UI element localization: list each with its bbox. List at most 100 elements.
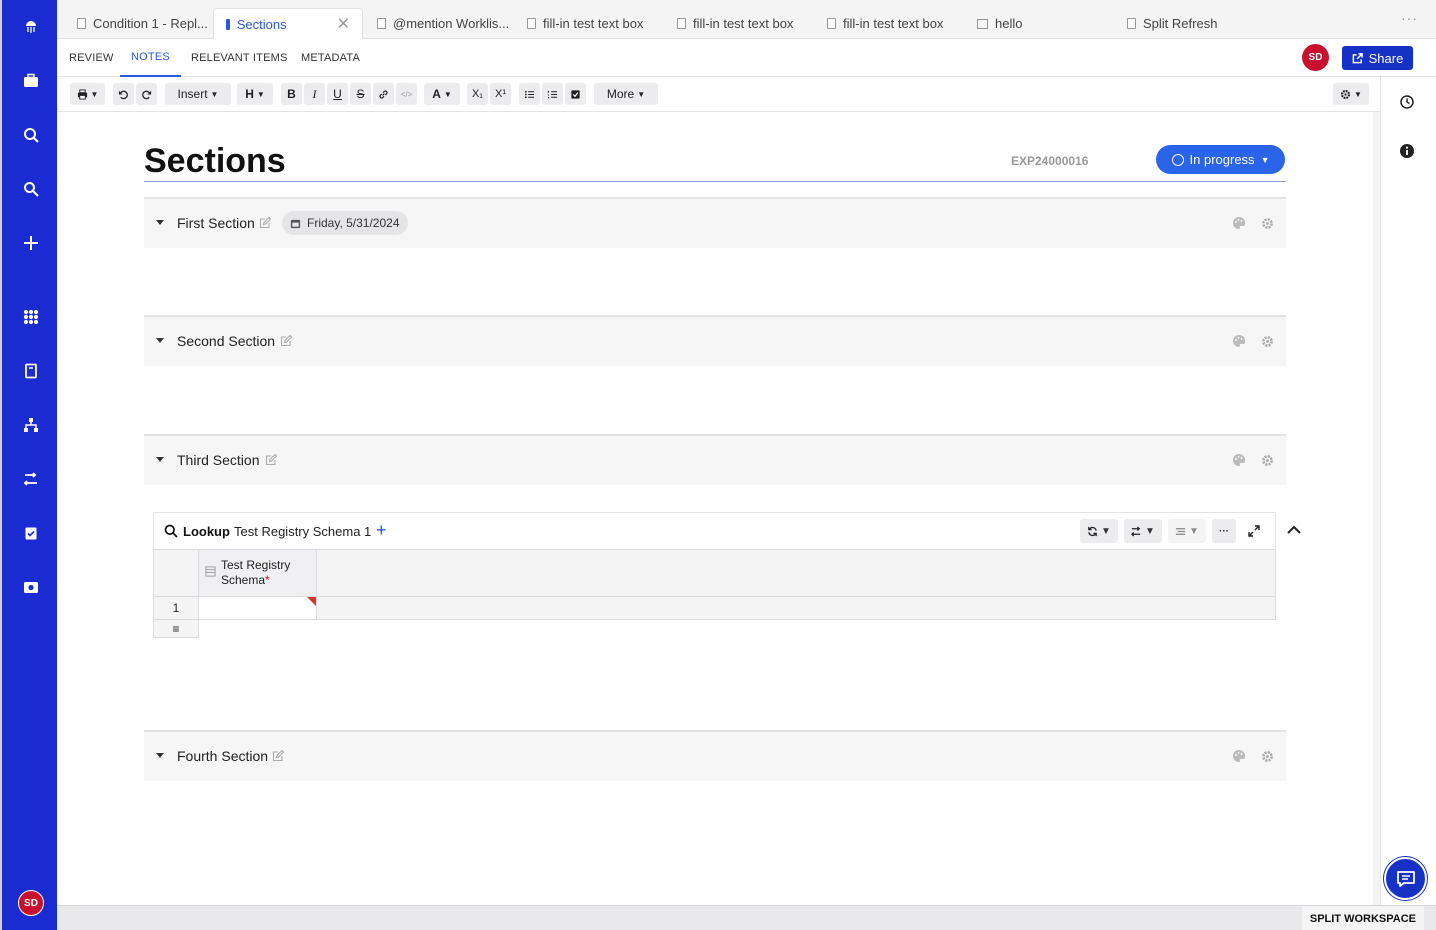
insert-dropdown[interactable]: Insert ▼ <box>165 83 231 105</box>
user-avatar[interactable]: SD <box>18 890 44 916</box>
redo-button[interactable] <box>136 83 157 105</box>
table-cell-input[interactable] <box>198 596 317 620</box>
apps-grid-icon[interactable] <box>2 302 59 332</box>
workflow-icon[interactable] <box>2 464 59 494</box>
tab-label: @mention Worklis... <box>393 16 510 31</box>
filter-dropdown[interactable]: ▼ <box>1168 519 1206 543</box>
strikethrough-button[interactable]: S <box>350 83 371 105</box>
page-scrollbar[interactable] <box>1373 112 1380 905</box>
editor-toolbar: ▼ Insert ▼ H ▼ B I U S </> A ▼ X₁ X¹ More ▼ … <box>57 77 1380 112</box>
tab-fill-in-test-2[interactable]: fill-in test text box <box>677 8 793 39</box>
checklist-button[interactable] <box>565 83 586 105</box>
close-icon[interactable]: ✕ <box>337 14 350 34</box>
refresh-dropdown[interactable]: ▼ <box>1080 519 1118 543</box>
gear-icon[interactable] <box>1261 750 1274 763</box>
collapse-caret-icon[interactable] <box>156 338 164 343</box>
jellyfish-logo-icon[interactable] <box>2 12 59 42</box>
row-menu-button[interactable]: ≡ <box>153 619 199 638</box>
row-number[interactable]: 1 <box>153 596 199 620</box>
section-title: Second Section <box>177 333 276 349</box>
dashboard-search-icon[interactable] <box>2 120 59 150</box>
document-icon <box>827 18 836 29</box>
collapse-up-icon[interactable] <box>1286 522 1302 538</box>
tab-fill-in-test-3[interactable]: fill-in test text box <box>827 8 943 39</box>
numbered-list-button[interactable] <box>542 83 563 105</box>
edit-icon[interactable] <box>272 750 284 762</box>
gear-icon[interactable] <box>1261 454 1274 467</box>
tab-notes[interactable]: NOTES <box>120 39 181 77</box>
bullet-list-button[interactable] <box>519 83 540 105</box>
redo-icon <box>142 90 152 99</box>
add-schema-button[interactable]: + <box>376 520 387 541</box>
tab-condition-1[interactable]: Condition 1 - Repl... <box>77 8 208 39</box>
gear-icon[interactable] <box>1261 217 1274 230</box>
heading-dropdown[interactable]: H ▼ <box>237 83 273 105</box>
tab-mention-worklist[interactable]: @mention Worklis... <box>377 8 509 39</box>
palette-icon[interactable] <box>1232 216 1246 230</box>
column-header[interactable]: Test Registry Schema* <box>198 549 317 597</box>
title-divider <box>144 181 1286 182</box>
hierarchy-icon[interactable] <box>2 410 59 440</box>
status-dropdown[interactable]: In progress ▼ <box>1156 145 1285 174</box>
list-document-icon <box>977 18 988 29</box>
gear-icon[interactable] <box>1261 335 1274 348</box>
gear-icon <box>1340 89 1351 99</box>
chevron-down-icon: ▼ <box>90 89 99 99</box>
more-options-button[interactable]: ··· <box>1212 519 1236 543</box>
print-button[interactable]: ▼ <box>70 83 105 105</box>
subscript-button[interactable]: X₁ <box>467 83 488 105</box>
tab-relevant-items[interactable]: RELEVANT ITEMS <box>191 39 288 77</box>
editor-settings-dropdown[interactable]: ▼ <box>1333 83 1369 105</box>
code-button[interactable]: </> <box>396 83 417 105</box>
column-header-label: Test Registry Schema* <box>221 558 290 588</box>
collapse-caret-icon[interactable] <box>156 457 164 462</box>
plus-icon[interactable] <box>2 228 59 258</box>
tab-sections[interactable]: Sections ✕ <box>213 8 363 39</box>
notebook-icon[interactable] <box>2 356 59 386</box>
edit-icon[interactable] <box>259 217 271 229</box>
palette-icon[interactable] <box>1232 749 1246 763</box>
chat-button[interactable] <box>1384 857 1427 900</box>
undo-button[interactable] <box>113 83 134 105</box>
split-workspace-button[interactable]: SPLIT WORKSPACE <box>1301 906 1424 930</box>
superscript-button[interactable]: X¹ <box>490 83 511 105</box>
edit-icon[interactable] <box>280 335 292 347</box>
column-header-line: Schema <box>221 573 266 587</box>
collapse-caret-icon[interactable] <box>156 220 164 225</box>
bullet-list-icon <box>524 90 535 98</box>
tab-fill-in-test-1[interactable]: fill-in test text box <box>527 8 643 39</box>
column-header-line: Test Registry <box>221 558 291 572</box>
briefcase-icon[interactable] <box>2 66 59 96</box>
tab-overflow-menu[interactable]: ··· <box>1401 10 1418 26</box>
link-button[interactable] <box>373 83 394 105</box>
tab-metadata[interactable]: METADATA <box>301 39 360 77</box>
history-clock-icon[interactable] <box>1399 94 1415 110</box>
section-title: Third Section <box>177 452 260 468</box>
section-title: First Section <box>177 215 255 231</box>
camera-folder-icon[interactable] <box>2 572 59 602</box>
insert-label: Insert <box>177 87 208 101</box>
more-dropdown[interactable]: More ▼ <box>594 83 658 105</box>
expand-icon[interactable] <box>1248 525 1260 537</box>
palette-icon[interactable] <box>1232 334 1246 348</box>
search-icon[interactable] <box>2 174 59 204</box>
edit-icon[interactable] <box>265 454 277 466</box>
workflow-dropdown[interactable]: ▼ <box>1124 519 1162 543</box>
share-button[interactable]: Share <box>1342 46 1413 70</box>
tab-split-refresh[interactable]: Split Refresh <box>1127 8 1217 39</box>
clipboard-check-icon[interactable] <box>2 518 59 548</box>
tab-label: Split Refresh <box>1143 16 1218 31</box>
bold-button[interactable]: B <box>281 83 302 105</box>
tab-review[interactable]: REVIEW <box>69 39 114 77</box>
palette-icon[interactable] <box>1232 453 1246 467</box>
date-chip[interactable]: Friday, 5/31/2024 <box>282 211 408 235</box>
info-icon[interactable] <box>1399 143 1415 159</box>
tab-label: fill-in test text box <box>693 16 794 31</box>
font-color-dropdown[interactable]: A ▼ <box>424 83 460 105</box>
collapse-caret-icon[interactable] <box>156 753 164 758</box>
underline-button[interactable]: U <box>327 83 348 105</box>
lookup-schema-name[interactable]: Test Registry Schema 1 <box>234 524 371 539</box>
italic-button[interactable]: I <box>304 83 325 105</box>
avatar[interactable]: SD <box>1302 44 1329 71</box>
tab-hello[interactable]: hello <box>977 8 1022 39</box>
